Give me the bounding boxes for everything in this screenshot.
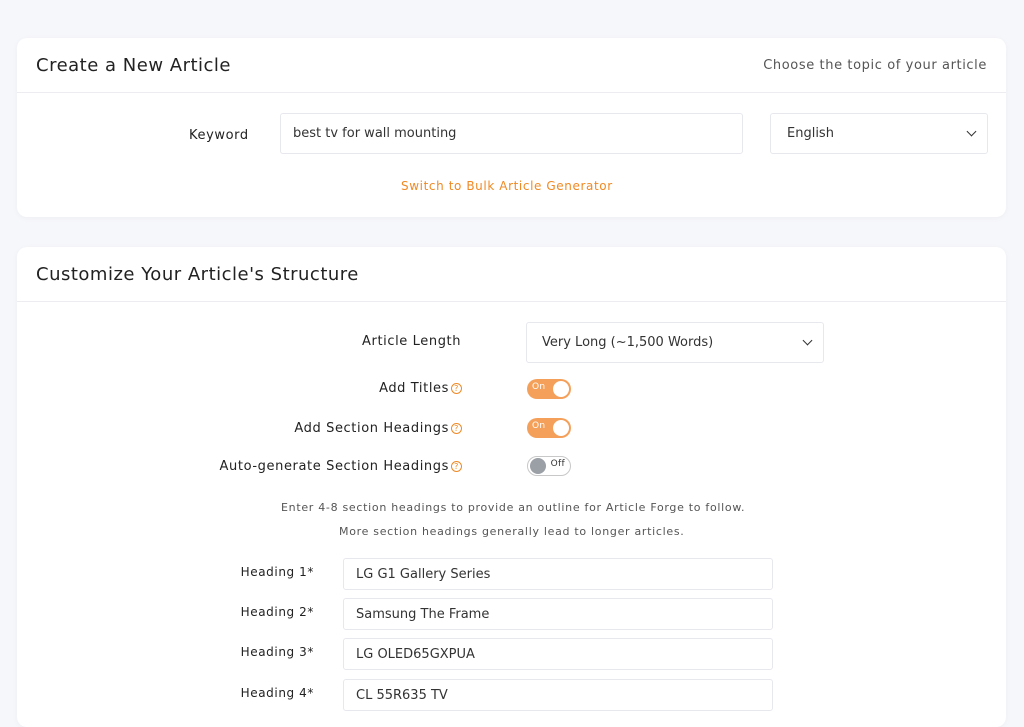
article-length-value: Very Long (~1,500 Words): [542, 335, 714, 350]
heading-3-input[interactable]: LG OLED65GXPUA: [343, 638, 773, 670]
structure-card: Customize Your Article's Structure Artic…: [17, 247, 1006, 727]
toggle-knob: [530, 458, 546, 474]
heading-2-input[interactable]: Samsung The Frame: [343, 598, 773, 630]
toggle-knob: [553, 381, 569, 397]
add-titles-label: Add Titles?: [379, 381, 462, 396]
heading-1-value: LG G1 Gallery Series: [356, 566, 491, 582]
add-section-headings-label: Add Section Headings?: [294, 421, 462, 436]
chevron-down-icon: [802, 335, 813, 346]
bulk-generator-link[interactable]: Switch to Bulk Article Generator: [401, 179, 613, 193]
create-article-card: Create a New Article Choose the topic of…: [17, 38, 1006, 217]
heading-4-value: CL 55R635 TV: [356, 687, 448, 703]
add-section-headings-toggle-state: On: [532, 421, 546, 431]
help-icon[interactable]: ?: [451, 383, 462, 394]
heading-1-input[interactable]: LG G1 Gallery Series: [343, 558, 773, 590]
add-titles-toggle[interactable]: On: [527, 379, 571, 399]
heading-2-label: Heading 2*: [240, 605, 314, 619]
keyword-label: Keyword: [189, 128, 249, 143]
headings-note-line2: More section headings generally lead to …: [339, 525, 685, 538]
keyword-input[interactable]: best tv for wall mounting: [280, 113, 743, 154]
help-icon[interactable]: ?: [451, 423, 462, 434]
heading-1-label: Heading 1*: [240, 565, 314, 579]
auto-generate-headings-label-text: Auto-generate Section Headings: [219, 459, 449, 474]
article-length-select[interactable]: Very Long (~1,500 Words): [526, 322, 824, 363]
add-titles-label-text: Add Titles: [379, 381, 449, 396]
heading-4-input[interactable]: CL 55R635 TV: [343, 679, 773, 711]
auto-generate-headings-toggle[interactable]: Off: [527, 456, 571, 476]
add-section-headings-label-text: Add Section Headings: [294, 421, 449, 436]
heading-2-value: Samsung The Frame: [356, 606, 490, 622]
add-section-headings-toggle[interactable]: On: [527, 418, 571, 438]
toggle-knob: [553, 420, 569, 436]
create-article-header: Create a New Article Choose the topic of…: [17, 38, 1006, 93]
structure-title: Customize Your Article's Structure: [36, 264, 359, 285]
add-titles-toggle-state: On: [532, 382, 546, 392]
keyword-input-value: best tv for wall mounting: [293, 126, 457, 141]
heading-3-label: Heading 3*: [240, 645, 314, 659]
heading-4-label: Heading 4*: [240, 686, 314, 700]
headings-note-line1: Enter 4-8 section headings to provide an…: [281, 501, 746, 514]
auto-generate-headings-label: Auto-generate Section Headings?: [220, 459, 462, 474]
help-icon[interactable]: ?: [451, 461, 462, 472]
heading-3-value: LG OLED65GXPUA: [356, 646, 475, 662]
article-length-label: Article Length: [362, 334, 462, 349]
chevron-down-icon: [966, 126, 977, 137]
create-article-title: Create a New Article: [36, 55, 232, 76]
auto-generate-headings-toggle-state: Off: [550, 459, 565, 469]
language-select[interactable]: English: [770, 113, 988, 154]
language-select-value: English: [787, 126, 834, 141]
create-article-subtitle: Choose the topic of your article: [763, 58, 987, 73]
structure-header: Customize Your Article's Structure: [17, 247, 1006, 302]
